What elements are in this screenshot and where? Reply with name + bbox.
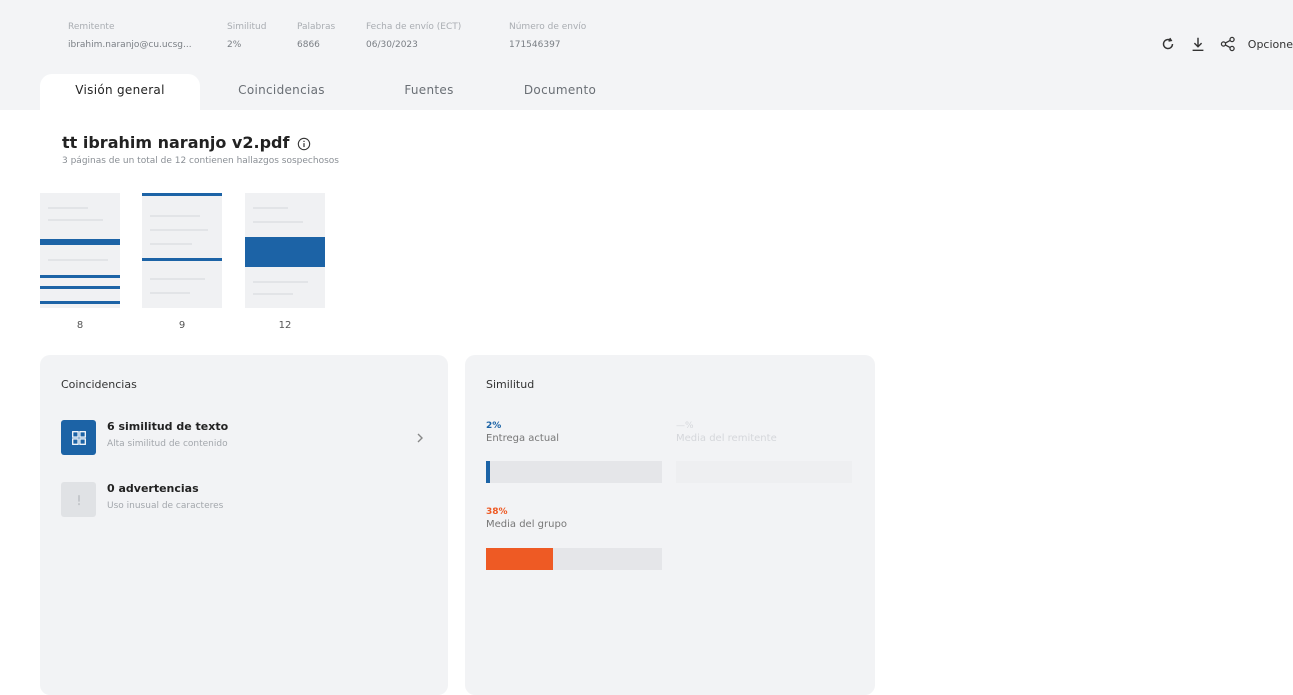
group-bar-track	[486, 548, 662, 570]
matches-card: Coincidencias 6 similitud de texto Alta …	[40, 355, 448, 695]
text-match-icon	[61, 420, 96, 455]
meta-value: 06/30/2023	[366, 40, 418, 50]
match-highlight	[40, 286, 120, 289]
text-line	[253, 207, 288, 209]
current-bar-track	[486, 461, 662, 483]
match-subtitle: Alta similitud de contenido	[107, 439, 228, 449]
match-highlight	[245, 237, 325, 267]
refresh-icon[interactable]	[1158, 34, 1178, 54]
page-thumbnail[interactable]	[40, 193, 120, 308]
tab-document[interactable]: Documento	[495, 74, 625, 110]
meta-date: Fecha de envío (ECT) 06/30/2023	[366, 22, 461, 50]
match-highlight	[142, 193, 222, 196]
meta-submission-id: Número de envío 171546397	[509, 22, 586, 50]
meta-value: 171546397	[509, 40, 561, 50]
group-bar-fill	[486, 548, 553, 570]
text-line	[150, 215, 200, 217]
submission-header: Remitente ibrahim.naranjo@cu.ucsg... Sim…	[0, 0, 1293, 110]
meta-label: Número de envío	[509, 22, 587, 32]
download-icon[interactable]	[1188, 34, 1208, 54]
tab-sources[interactable]: Fuentes	[363, 74, 495, 110]
sender-label: Media del remitente	[676, 433, 777, 444]
sender-average-stat: —% Media del remitente	[676, 421, 777, 444]
document-title: tt ibrahim naranjo v2.pdf	[62, 133, 311, 152]
warnings-row[interactable]: 0 advertencias Uso inusual de caracteres	[61, 482, 461, 518]
match-highlight	[142, 258, 222, 261]
card-title: Coincidencias	[61, 378, 137, 391]
similarity-card: Similitud 2% Entrega actual —% Media del…	[465, 355, 875, 695]
match-title: 6 similitud de texto	[107, 420, 229, 433]
text-line	[150, 243, 192, 245]
text-line	[253, 281, 308, 283]
card-title: Similitud	[486, 378, 535, 391]
header-actions: Opcione	[1158, 32, 1293, 56]
meta-label: Fecha de envío (ECT)	[366, 22, 462, 32]
current-submission-stat: 2% Entrega actual	[486, 421, 559, 444]
options-button[interactable]: Opcione	[1248, 38, 1293, 51]
group-percent: 38%	[486, 507, 508, 517]
meta-sender: Remitente ibrahim.naranjo@cu.ucsg...	[68, 22, 192, 50]
meta-words: Palabras 6866	[297, 22, 335, 50]
sender-bar-track	[676, 461, 852, 483]
meta-value: ibrahim.naranjo@cu.ucsg...	[68, 40, 192, 50]
text-line	[253, 221, 303, 223]
document-name: tt ibrahim naranjo v2.pdf	[62, 133, 290, 152]
text-line	[253, 293, 293, 295]
meta-similarity: Similitud 2%	[227, 22, 266, 50]
text-line	[150, 229, 208, 231]
current-bar-fill	[486, 461, 490, 483]
meta-value: 6866	[297, 40, 320, 50]
warning-icon	[61, 482, 96, 517]
text-line	[48, 219, 103, 221]
meta-label: Similitud	[227, 22, 267, 32]
match-title: 0 advertencias	[107, 482, 199, 495]
meta-label: Palabras	[297, 22, 336, 32]
text-line	[48, 259, 108, 261]
page-thumbnail[interactable]	[245, 193, 325, 308]
text-line	[48, 207, 88, 209]
group-average-stat: 38% Media del grupo	[486, 507, 567, 530]
current-label: Entrega actual	[486, 433, 560, 444]
text-line	[150, 278, 205, 280]
text-line	[150, 292, 190, 294]
tab-overview[interactable]: Visión general	[40, 74, 200, 110]
view-tabs: Visión general Coincidencias Fuentes Doc…	[40, 74, 625, 110]
page-number: 9	[178, 320, 186, 331]
text-similarity-row[interactable]: 6 similitud de texto Alta similitud de c…	[61, 420, 461, 456]
meta-label: Remitente	[68, 22, 115, 32]
group-label: Media del grupo	[486, 519, 567, 530]
document-subtitle: 3 páginas de un total de 12 contienen ha…	[62, 156, 339, 166]
match-subtitle: Uso inusual de caracteres	[107, 501, 224, 511]
page-number: 12	[278, 320, 292, 331]
match-highlight	[40, 239, 120, 245]
chevron-right-icon[interactable]	[415, 429, 425, 443]
sender-percent: —%	[676, 421, 694, 431]
match-highlight	[40, 275, 120, 278]
meta-value: 2%	[227, 40, 242, 50]
match-highlight	[40, 301, 120, 304]
page-number: 8	[76, 320, 84, 331]
tab-matches[interactable]: Coincidencias	[200, 74, 363, 110]
page-thumbnail[interactable]	[142, 193, 222, 308]
info-icon[interactable]	[297, 136, 311, 150]
share-icon[interactable]	[1218, 34, 1238, 54]
current-percent: 2%	[486, 421, 502, 431]
